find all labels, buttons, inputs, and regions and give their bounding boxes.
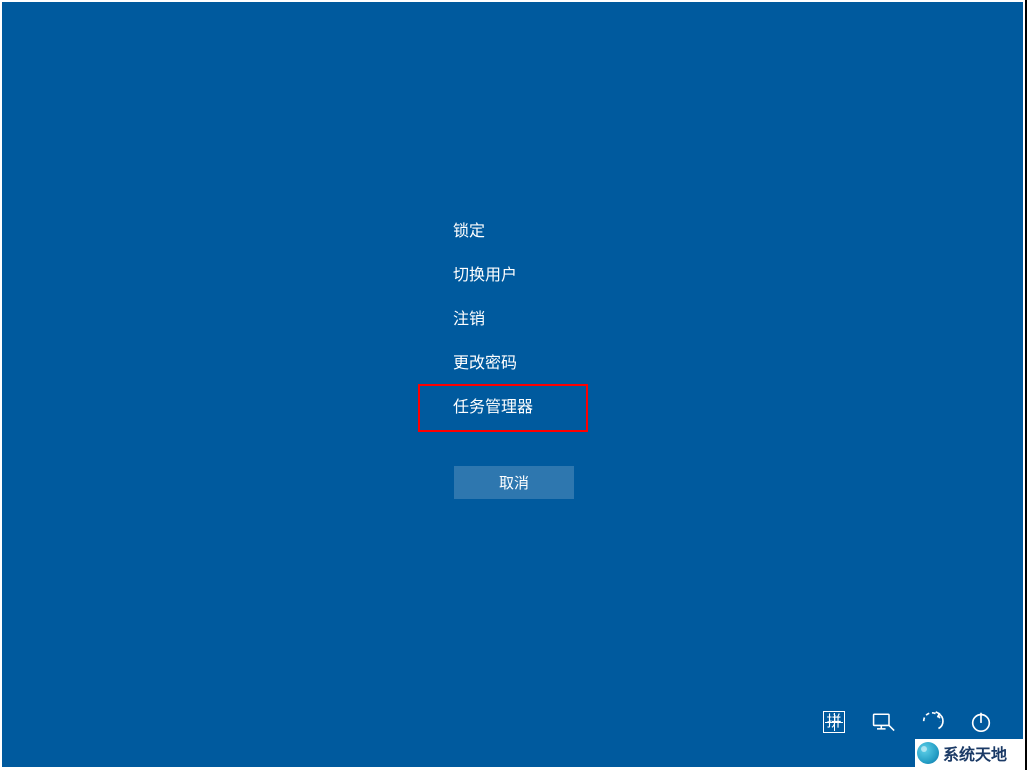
security-options-list: 锁定 切换用户 注销 更改密码 任务管理器	[418, 207, 618, 427]
ime-glyph: 拼	[823, 711, 845, 733]
sign-out-option-label: 注销	[453, 305, 485, 329]
ime-icon[interactable]: 拼	[822, 710, 846, 734]
task-manager-option[interactable]: 任务管理器	[418, 383, 618, 427]
watermark-text: 系统天地	[943, 741, 1007, 765]
switch-user-option-label: 切换用户	[453, 261, 517, 285]
network-icon[interactable]	[871, 710, 895, 734]
watermark-badge: 系统天地	[915, 739, 1023, 767]
change-password-option[interactable]: 更改密码	[418, 339, 618, 383]
ease-of-access-icon[interactable]	[920, 710, 944, 734]
task-manager-option-label: 任务管理器	[453, 393, 533, 417]
cancel-button[interactable]: 取消	[454, 466, 574, 499]
lock-option[interactable]: 锁定	[418, 207, 618, 251]
power-icon[interactable]	[969, 710, 993, 734]
ctrl-alt-del-screen: 锁定 切换用户 注销 更改密码 任务管理器 取消 拼	[2, 2, 1023, 767]
switch-user-option[interactable]: 切换用户	[418, 251, 618, 295]
change-password-option-label: 更改密码	[453, 349, 517, 373]
globe-icon	[917, 742, 939, 764]
cancel-button-label: 取消	[499, 472, 529, 493]
system-tray: 拼	[822, 710, 993, 734]
sign-out-option[interactable]: 注销	[418, 295, 618, 339]
lock-option-label: 锁定	[453, 217, 485, 241]
